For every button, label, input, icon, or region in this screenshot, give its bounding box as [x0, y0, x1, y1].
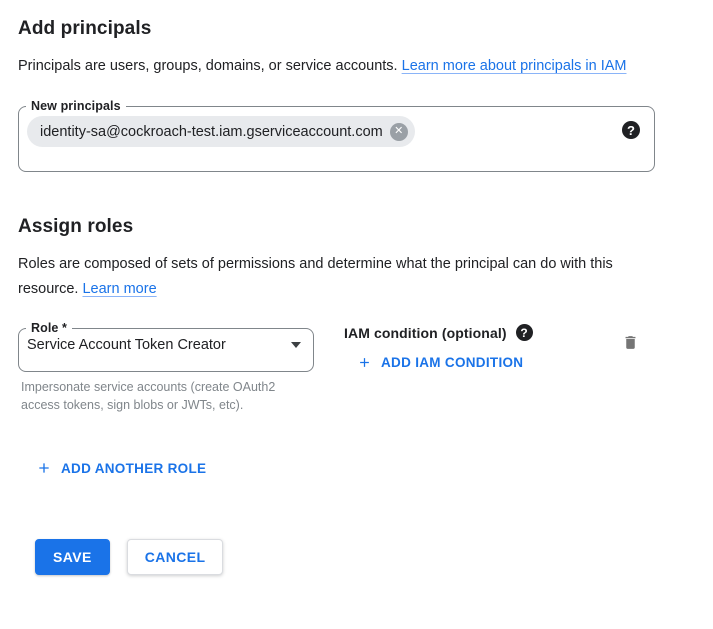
role-label: Role *: [31, 321, 67, 335]
iam-condition-label: IAM condition (optional): [344, 325, 507, 341]
chip-remove-icon[interactable]: ✕: [390, 123, 408, 141]
trash-icon: [622, 333, 639, 352]
new-principals-field[interactable]: New principals identity-sa@cockroach-tes…: [18, 99, 655, 172]
learn-more-roles-link[interactable]: Learn more: [82, 281, 156, 297]
principals-description-text: Principals are users, groups, domains, o…: [18, 58, 398, 74]
principals-description: Principals are users, groups, domains, o…: [18, 54, 670, 79]
add-iam-condition-label: ADD IAM CONDITION: [381, 355, 523, 370]
add-iam-condition-button[interactable]: ADD IAM CONDITION: [357, 355, 523, 370]
add-another-role-button[interactable]: ADD ANOTHER ROLE: [36, 460, 206, 476]
iam-condition-help-icon[interactable]: ?: [516, 324, 533, 341]
plus-icon: [357, 355, 372, 370]
add-principals-panel: Add principals Principals are users, gro…: [0, 0, 713, 575]
role-select[interactable]: Role * Service Account Token Creator: [18, 321, 314, 372]
new-principals-label: New principals: [31, 99, 121, 113]
save-button[interactable]: SAVE: [35, 539, 110, 575]
learn-more-principals-link[interactable]: Learn more about principals in IAM: [402, 58, 627, 74]
plus-icon: [36, 460, 52, 476]
page-title: Add principals: [18, 18, 695, 40]
assign-roles-title: Assign roles: [18, 216, 695, 238]
role-row: Role * Service Account Token Creator Imp…: [18, 321, 695, 414]
chevron-down-icon[interactable]: [291, 342, 301, 348]
principal-chip-value: identity-sa@cockroach-test.iam.gservicea…: [40, 124, 383, 140]
cancel-button[interactable]: CANCEL: [127, 539, 224, 575]
add-another-role-label: ADD ANOTHER ROLE: [61, 461, 206, 476]
role-helper-text: Impersonate service accounts (create OAu…: [21, 379, 293, 414]
role-column: Role * Service Account Token Creator Imp…: [18, 321, 314, 414]
iam-condition-column: IAM condition (optional) ? ADD IAM CONDI…: [344, 321, 533, 375]
help-icon[interactable]: ?: [622, 121, 640, 139]
role-selected-value: Service Account Token Creator: [27, 337, 226, 353]
roles-description: Roles are composed of sets of permission…: [18, 252, 670, 302]
dialog-actions: SAVE CANCEL: [35, 539, 695, 575]
delete-role-button[interactable]: [620, 331, 641, 357]
principal-chip[interactable]: identity-sa@cockroach-test.iam.gservicea…: [27, 116, 415, 147]
